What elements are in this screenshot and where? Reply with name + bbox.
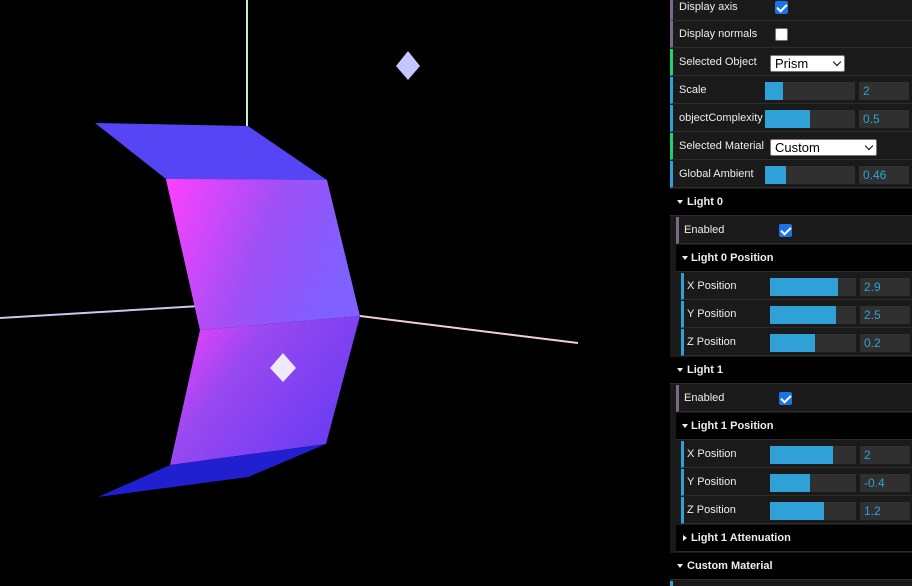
light-1-z-label: Z Position xyxy=(687,504,736,516)
light-0-z-input[interactable]: 0.2 xyxy=(860,334,910,352)
caret-down-icon xyxy=(677,368,683,372)
light-1-x-slider-fill xyxy=(770,446,833,464)
display-axis-label: Display axis xyxy=(679,1,738,13)
custom-material-folder-title[interactable]: Custom Material xyxy=(670,553,912,580)
selected-object-label: Selected Object xyxy=(679,56,757,68)
caret-down-icon xyxy=(682,424,688,428)
light-1-y-slider-fill xyxy=(770,474,810,492)
object-complexity-slider[interactable] xyxy=(765,110,855,128)
selected-object-value: Prism xyxy=(775,56,809,71)
display-normals-label: Display normals xyxy=(679,28,758,40)
light-0-position-title: Light 0 Position xyxy=(691,252,774,264)
display-normals-row[interactable]: Display normals xyxy=(670,21,912,48)
light-1-position-folder-title[interactable]: Light 1 Position xyxy=(676,413,912,440)
object-complexity-label: objectComplexity xyxy=(679,112,763,124)
object-complexity-row: objectComplexity 0.5 xyxy=(670,105,912,132)
light-1-folder-title[interactable]: Light 1 xyxy=(670,357,912,384)
global-ambient-row: Global Ambient 0.46 xyxy=(670,161,912,188)
webgl-canvas[interactable] xyxy=(0,0,670,586)
light-0-enabled-label: Enabled xyxy=(684,224,725,236)
caret-down-icon xyxy=(677,564,683,568)
display-axis-row[interactable]: Display axis xyxy=(670,0,912,21)
caret-down-icon xyxy=(682,256,688,260)
light-0-x-slider[interactable] xyxy=(770,278,856,296)
light-1-attenuation-title: Light 1 Attenuation xyxy=(691,532,791,544)
selected-object-select[interactable]: Prism xyxy=(770,55,845,72)
light-1-title: Light 1 xyxy=(687,364,724,376)
light-0-y-label: Y Position xyxy=(687,308,737,320)
light-0-title: Light 0 xyxy=(687,196,724,208)
global-ambient-slider-fill xyxy=(765,166,786,184)
global-ambient-label: Global Ambient xyxy=(679,168,754,180)
display-axis-checkbox[interactable] xyxy=(775,1,788,14)
scale-row: Scale 2 xyxy=(670,77,912,104)
light-0-marker xyxy=(396,51,420,80)
selected-material-value: Custom xyxy=(775,140,820,155)
scene-svg xyxy=(0,0,579,497)
caret-right-icon xyxy=(683,535,687,541)
light-1-z-row: Z Position 1.2 xyxy=(681,497,912,524)
global-ambient-slider[interactable] xyxy=(765,166,855,184)
light-1-position-title: Light 1 Position xyxy=(691,420,774,432)
light-1-enabled-row[interactable]: Enabled xyxy=(676,385,912,412)
light-0-enabled-checkbox[interactable] xyxy=(779,224,792,237)
selected-material-row: Selected Material Custom xyxy=(670,133,912,160)
light-0-y-slider[interactable] xyxy=(770,306,856,324)
light-1-enabled-checkbox[interactable] xyxy=(779,392,792,405)
controls-panel: Display axis Display normals Selected Ob… xyxy=(670,0,912,586)
light-0-y-slider-fill xyxy=(770,306,836,324)
light-1-x-slider[interactable] xyxy=(770,446,856,464)
light-1-z-slider[interactable] xyxy=(770,502,856,520)
custom-material-title: Custom Material xyxy=(687,560,773,572)
chevron-down-icon xyxy=(864,141,874,151)
object-complexity-input[interactable]: 0.5 xyxy=(859,110,909,128)
custom-material-next-row xyxy=(670,581,912,586)
prism-top-face xyxy=(95,123,327,180)
light-0-z-label: Z Position xyxy=(687,336,736,348)
light-1-z-input[interactable]: 1.2 xyxy=(860,502,910,520)
light-0-x-label: X Position xyxy=(687,280,737,292)
light-0-z-slider[interactable] xyxy=(770,334,856,352)
light-0-y-input[interactable]: 2.5 xyxy=(860,306,910,324)
light-1-y-row: Y Position -0.4 xyxy=(681,469,912,496)
display-normals-checkbox[interactable] xyxy=(775,28,788,41)
z-axis-line xyxy=(0,305,201,319)
selected-object-row: Selected Object Prism xyxy=(670,49,912,76)
caret-down-icon xyxy=(677,200,683,204)
light-1-enabled-label: Enabled xyxy=(684,392,725,404)
scale-slider[interactable] xyxy=(765,82,855,100)
light-1-y-slider[interactable] xyxy=(770,474,856,492)
light-0-position-folder-title[interactable]: Light 0 Position xyxy=(676,245,912,272)
scale-label: Scale xyxy=(679,84,707,96)
chevron-down-icon xyxy=(832,57,842,67)
light-0-y-row: Y Position 2.5 xyxy=(681,301,912,328)
light-0-x-input[interactable]: 2.9 xyxy=(860,278,910,296)
object-complexity-slider-fill xyxy=(765,110,810,128)
light-1-y-input[interactable]: -0.4 xyxy=(860,474,910,492)
selected-material-select[interactable]: Custom xyxy=(770,139,877,156)
prism-upper-face xyxy=(166,179,360,330)
selected-material-label: Selected Material xyxy=(679,140,764,152)
light-0-x-slider-fill xyxy=(770,278,838,296)
light-0-z-slider-fill xyxy=(770,334,815,352)
light-1-y-label: Y Position xyxy=(687,476,737,488)
prism-lower-face xyxy=(170,316,360,465)
light-0-z-row: Z Position 0.2 xyxy=(681,329,912,356)
light-1-x-label: X Position xyxy=(687,448,737,460)
scale-slider-fill xyxy=(765,82,783,100)
light-1-attenuation-folder-title[interactable]: Light 1 Attenuation xyxy=(676,525,912,552)
light-1-z-slider-fill xyxy=(770,502,824,520)
light-1-x-input[interactable]: 2 xyxy=(860,446,910,464)
light-0-folder-title[interactable]: Light 0 xyxy=(670,189,912,216)
x-axis-line xyxy=(359,315,579,344)
light-0-x-row: X Position 2.9 xyxy=(681,273,912,300)
light-0-enabled-row[interactable]: Enabled xyxy=(676,217,912,244)
scale-input[interactable]: 2 xyxy=(859,82,909,100)
global-ambient-input[interactable]: 0.46 xyxy=(859,166,909,184)
light-1-x-row: X Position 2 xyxy=(681,441,912,468)
